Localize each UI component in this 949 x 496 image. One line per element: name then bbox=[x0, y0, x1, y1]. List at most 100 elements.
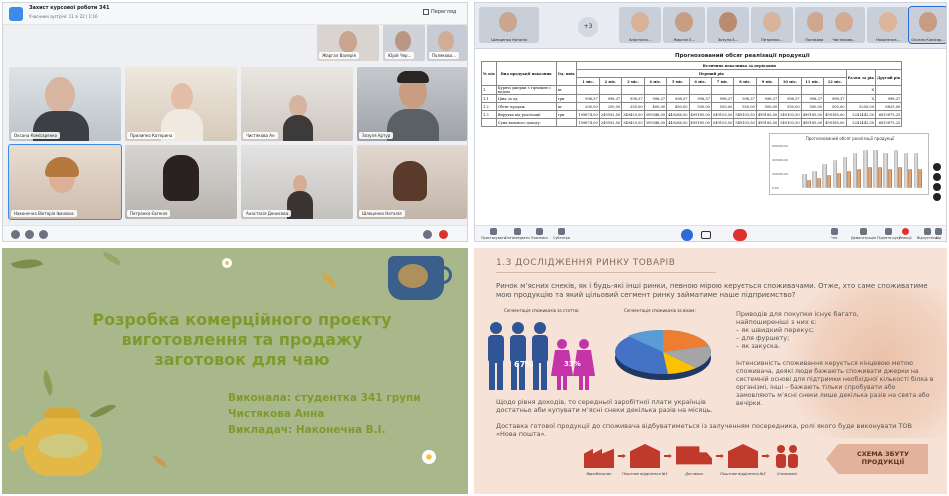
teapot-lid bbox=[44, 408, 80, 418]
slide-nav-dots[interactable] bbox=[933, 163, 943, 203]
more-participants-button[interactable]: +3 bbox=[578, 17, 598, 37]
flow-label: Поштове відділення №1 bbox=[622, 472, 668, 476]
cell-value bbox=[621, 85, 645, 95]
participant-tile[interactable]: Петренко Євгенія bbox=[125, 145, 237, 219]
participant-thumb-name: Оксана Комісар... bbox=[911, 38, 945, 42]
participant-name: Анастасія Денисова bbox=[243, 210, 292, 217]
cell-unit: кг bbox=[555, 102, 578, 111]
cell-value: 998,37 bbox=[643, 94, 668, 103]
cell-value: 200,00 bbox=[576, 102, 600, 111]
participant-thumb[interactable]: Оксана Комісар... bbox=[908, 6, 946, 44]
participant-thumb[interactable]: Наконечна... bbox=[867, 7, 909, 43]
teacup-handle-icon bbox=[438, 266, 452, 284]
month-header: 5 міс. bbox=[666, 77, 690, 86]
title-slide: Розробка комерційного проєкту виготовлен… bbox=[2, 248, 468, 494]
chat-icon[interactable] bbox=[423, 230, 432, 239]
y-tick-label: 0,00 bbox=[772, 186, 779, 190]
participant-thumb[interactable]: Шлеценко Наталія bbox=[479, 7, 539, 43]
cell-no bbox=[481, 118, 497, 127]
nav-dot[interactable] bbox=[933, 163, 941, 171]
cell-value: 550,00 bbox=[710, 102, 735, 111]
table-row: 1.2 Обсяг продаж кг 200,00 250,00 350,00 400,0… bbox=[481, 102, 903, 111]
table-row: Сума валового доходу: 199674,00 249592,50 3… bbox=[481, 118, 903, 127]
participant-body bbox=[387, 109, 439, 141]
leave-call-icon[interactable] bbox=[439, 230, 448, 239]
participant-thumb[interactable]: Зозуля А... bbox=[707, 7, 749, 43]
raise-hand-button[interactable]: Підняти руку bbox=[877, 228, 901, 240]
grid-view-icon[interactable] bbox=[423, 9, 429, 15]
reason-item: – як швидкий перекус; bbox=[736, 326, 815, 334]
table-row: 1.1 Ціна за од. грн 998,37 998,37 998,37 998,3… bbox=[481, 94, 903, 103]
cell-value: 349429,50 bbox=[621, 110, 645, 119]
cell-value: 449266,50 bbox=[666, 118, 690, 127]
view-button[interactable]: Перегляд bbox=[431, 9, 456, 15]
cell-name: Обсяг продаж bbox=[495, 102, 557, 111]
participant-thumb[interactable]: Чистякова... bbox=[823, 7, 865, 43]
fit-button[interactable]: Пристосувати bbox=[481, 228, 506, 240]
teacup-icon bbox=[388, 256, 444, 300]
more-icon bbox=[935, 228, 942, 235]
camera-off-icon[interactable] bbox=[701, 231, 711, 239]
nav-dot[interactable] bbox=[933, 193, 941, 201]
participant-tile[interactable]: Анастасія Денисова bbox=[241, 145, 353, 219]
present-label: Демонстрація bbox=[851, 236, 876, 240]
cell-value: 499185,00 bbox=[823, 118, 847, 127]
more-button[interactable]: Ще bbox=[935, 228, 942, 240]
leaf-decoration bbox=[89, 398, 117, 424]
author-line: Викладач: Наконечна В.І. bbox=[228, 424, 386, 436]
participant-thumb[interactable]: Анастасія... bbox=[619, 7, 661, 43]
cell-value: 998,37 bbox=[598, 94, 623, 103]
participant-tile[interactable]: Прилипко Катерина bbox=[125, 67, 237, 141]
cell-value: 399348,00 bbox=[643, 110, 668, 119]
flow-arrow-icon bbox=[664, 454, 672, 458]
captions-button[interactable]: Субтитри bbox=[553, 228, 570, 240]
present-icon bbox=[859, 228, 867, 235]
month-header: 12 міс. bbox=[823, 77, 847, 86]
hand-icon bbox=[885, 228, 893, 235]
participant-thumb[interactable]: Жаргал Е... bbox=[663, 7, 705, 43]
cell-value: 998,37 bbox=[576, 94, 600, 103]
cell-value bbox=[755, 85, 780, 95]
factory-icon bbox=[584, 448, 614, 468]
chart-bar-volume bbox=[898, 166, 903, 188]
participant-thumb[interactable]: Петренко... bbox=[751, 7, 793, 43]
age-segment-caption: Сегментація споживачів за віком: bbox=[624, 308, 696, 313]
participant-tile[interactable]: Шлеценко Наталія bbox=[357, 145, 467, 219]
leaf-decoration bbox=[319, 272, 339, 288]
participant-tile[interactable]: Зозуля Артур bbox=[357, 67, 467, 141]
nav-dot[interactable] bbox=[933, 183, 941, 191]
month-header: 9 міс. bbox=[755, 77, 780, 86]
reason-text: як швидкий перекус; bbox=[741, 326, 815, 334]
hang-up-button[interactable] bbox=[733, 229, 747, 241]
chat-button[interactable]: Чат bbox=[831, 228, 838, 240]
cell-value: 499185,00 bbox=[688, 110, 712, 119]
optimize-button[interactable]: Оптимізувати bbox=[505, 228, 530, 240]
sales-scheme-line: ПРОДУКЦІЇ bbox=[861, 458, 905, 466]
cell-value: 249592,50 bbox=[598, 110, 623, 119]
participant-tile[interactable]: Оксана Комісаренко bbox=[9, 67, 121, 141]
participant-name: Наконечна Вікторія Іванівна bbox=[11, 210, 77, 217]
participant-face bbox=[499, 12, 517, 32]
cell-name: Сума валового доходу: bbox=[495, 118, 557, 127]
release-icon bbox=[923, 228, 931, 235]
camera-icon[interactable] bbox=[11, 230, 20, 239]
mic-button[interactable] bbox=[681, 229, 693, 241]
month-header: 7 міс. bbox=[710, 77, 735, 86]
participant-face bbox=[919, 12, 937, 32]
participant-tile[interactable]: Чистякова Ан bbox=[241, 67, 353, 141]
participant-tile[interactable]: Полякова... bbox=[427, 25, 467, 61]
mic-icon[interactable] bbox=[25, 230, 34, 239]
nav-dot[interactable] bbox=[933, 173, 941, 181]
participant-tile[interactable]: Юрій Чер... bbox=[383, 25, 425, 61]
chart-bar-volume bbox=[887, 168, 892, 188]
participant-tile[interactable]: Жаргал Валерія bbox=[317, 25, 379, 61]
reactions-button[interactable]: Реакції bbox=[899, 228, 911, 240]
participants-button[interactable]: Учасники bbox=[531, 228, 548, 240]
cell-value bbox=[710, 85, 735, 95]
share-icon[interactable] bbox=[39, 230, 48, 239]
month-header: 11 міс. bbox=[800, 77, 825, 86]
participant-face bbox=[339, 31, 357, 53]
participant-tile-active[interactable]: Наконечна Вікторія Іванівна bbox=[8, 144, 122, 220]
col-header-year2: Другий рік bbox=[875, 69, 903, 86]
present-button[interactable]: Демонстрація bbox=[851, 228, 876, 240]
